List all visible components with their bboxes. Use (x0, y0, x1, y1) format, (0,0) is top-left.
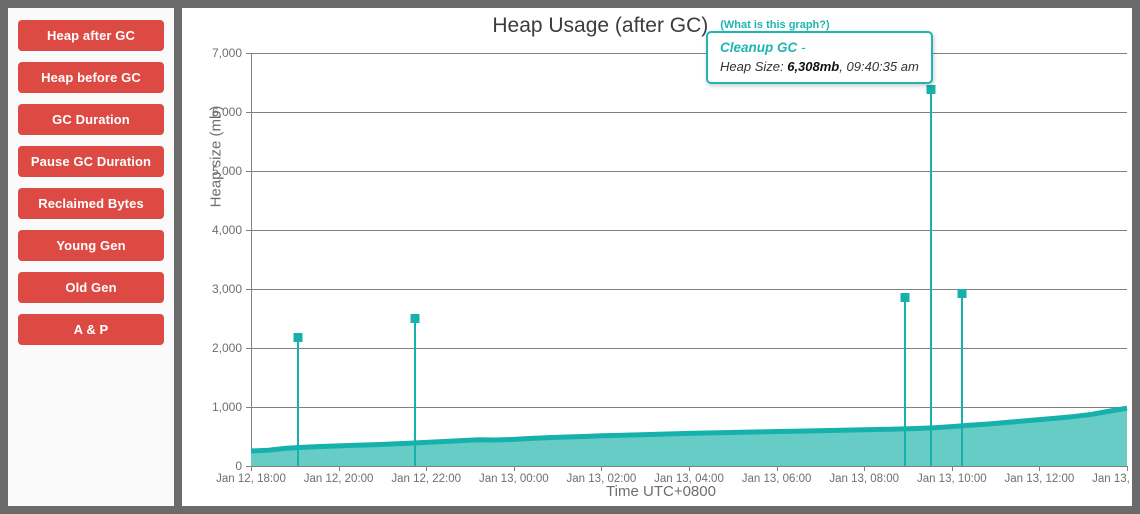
gc-spike-line[interactable] (960, 298, 963, 466)
y-tick-label: 5,000 (211, 164, 242, 178)
app-root: Heap after GC Heap before GC GC Duration Pa… (0, 0, 1140, 514)
gc-spike-marker[interactable] (926, 84, 936, 94)
sidebar-item-heap-after-gc[interactable]: Heap after GC (18, 20, 164, 51)
gc-spike-marker[interactable] (293, 333, 303, 343)
tooltip-title-line: Cleanup GC - (720, 40, 919, 55)
sidebar-item-reclaimed-bytes[interactable]: Reclaimed Bytes (18, 188, 164, 219)
gc-spike-line[interactable] (296, 342, 299, 466)
chart-tooltip: Cleanup GC - Heap Size: 6,308mb, 09:40:3… (706, 31, 933, 84)
x-tick-label: Jan 13, 14:00 (1092, 473, 1132, 485)
x-tick-mark (1039, 466, 1041, 471)
x-tick-label: Jan 13, 10:00 (916, 473, 987, 485)
x-tick-mark (338, 466, 340, 471)
tooltip-timestamp: 09:40:35 am (846, 59, 919, 74)
x-tick-label: Jan 13, 12:00 (1004, 473, 1075, 485)
x-tick-mark (251, 466, 252, 471)
gc-spike-line[interactable] (413, 323, 416, 466)
sidebar-item-pause-gc-duration[interactable]: Pause GC Duration (18, 146, 164, 177)
x-tick-mark (689, 466, 690, 471)
x-tick-mark (601, 466, 603, 471)
sidebar: Heap after GC Heap before GC GC Duration Pa… (8, 8, 182, 506)
x-tick-label: Jan 12, 20:00 (303, 473, 374, 485)
x-tick-label: Jan 13, 08:00 (829, 473, 900, 485)
page-container: Heap after GC Heap before GC GC Duration Pa… (8, 8, 1132, 506)
sidebar-button-list: Heap after GC Heap before GC GC Duration Pa… (8, 8, 174, 345)
sidebar-item-a-and-p[interactable]: A & P (18, 314, 164, 345)
x-tick-mark (426, 466, 428, 471)
y-tick-label: 7,000 (211, 46, 242, 60)
chart-panel: Heap Usage (after GC) (What is this graph… (190, 8, 1132, 506)
x-tick-mark (776, 466, 778, 471)
tooltip-heap-size-label: Heap Size: (720, 59, 784, 74)
tooltip-detail-line: Heap Size: 6,308mb, 09:40:35 am (720, 59, 919, 74)
series-area-chart (251, 53, 1127, 466)
tooltip-dash: - (801, 40, 806, 55)
y-tick-label: 3,000 (211, 282, 242, 296)
sidebar-item-heap-before-gc[interactable]: Heap before GC (18, 62, 164, 93)
x-tick-mark (864, 466, 866, 471)
x-tick-label: Jan 13, 06:00 (741, 473, 812, 485)
gc-spike-line[interactable] (929, 93, 932, 466)
x-tick-mark (951, 466, 953, 471)
x-tick-label: Jan 13, 00:00 (478, 473, 549, 485)
sidebar-item-old-gen[interactable]: Old Gen (18, 272, 164, 303)
gc-spike-marker[interactable] (900, 292, 910, 302)
series-area-fill (251, 408, 1127, 466)
sidebar-item-young-gen[interactable]: Young Gen (18, 230, 164, 261)
x-tick-label: Jan 12, 22:00 (391, 473, 462, 485)
y-tick-label: 2,000 (211, 341, 242, 355)
y-axis-title: Heap size (mb) (207, 105, 225, 208)
y-tick-label: 6,000 (211, 105, 242, 119)
chart-title: Heap Usage (after GC) (What is this graph… (190, 14, 1132, 38)
tooltip-gc-type: Cleanup GC (720, 40, 798, 55)
gc-spike-marker[interactable] (410, 314, 420, 324)
x-tick-label: Jan 12, 18:00 (216, 473, 286, 485)
sidebar-item-gc-duration[interactable]: GC Duration (18, 104, 164, 135)
tooltip-separator: , (839, 59, 843, 74)
y-tick-label: 4,000 (211, 223, 242, 237)
what-is-this-graph-link[interactable]: (What is this graph?) (720, 19, 829, 31)
plot-area[interactable]: 0 1,000 2,000 3,000 4,000 5,000 6,000 7,000 Jan… (212, 46, 1132, 485)
x-tick-label: Jan 13, 02:00 (566, 473, 637, 485)
x-axis-title: Time UTC+0800 (606, 483, 716, 500)
y-tick-label: 1,000 (211, 400, 242, 414)
x-tick-mark (513, 466, 515, 471)
gc-spike-line[interactable] (903, 301, 906, 466)
chart-title-text: Heap Usage (after GC) (492, 14, 709, 37)
tooltip-heap-size-value: 6,308mb (787, 59, 840, 74)
y-tick-label: 0 (235, 459, 242, 473)
x-tick-label: Jan 13, 04:00 (654, 473, 724, 485)
x-tick-mark (1127, 466, 1128, 471)
gc-spike-marker[interactable] (957, 289, 967, 299)
